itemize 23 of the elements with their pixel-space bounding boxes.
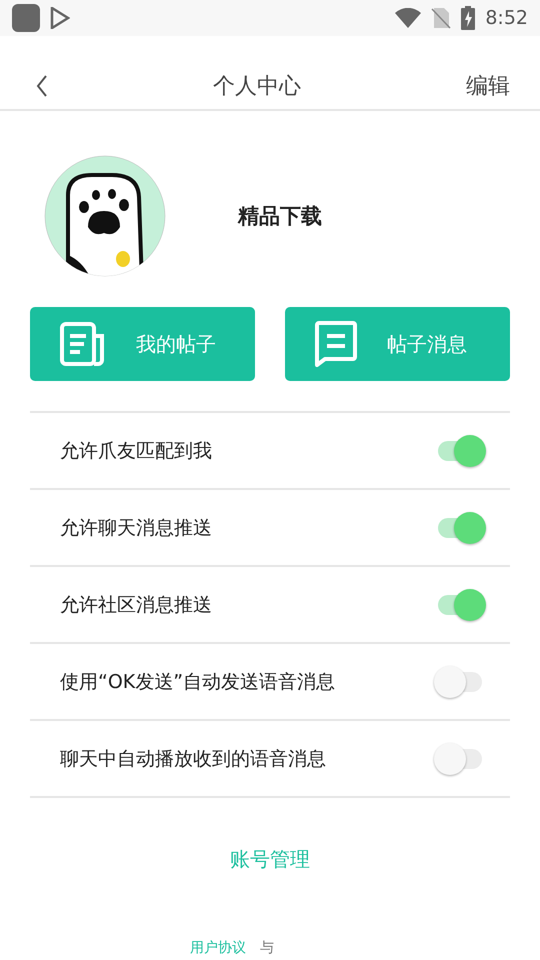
edit-button[interactable]: 编辑 <box>466 71 510 101</box>
user-agreement-link[interactable]: 用户协议 <box>190 939 246 957</box>
battery-icon <box>461 6 476 30</box>
setting-label: 允许社区消息推送 <box>60 592 213 618</box>
message-icon <box>315 321 357 367</box>
user-name: 精品下载 <box>238 203 322 230</box>
avatar[interactable] <box>44 155 166 277</box>
setting-label: 允许聊天消息推送 <box>60 516 213 540</box>
setting-label: 使用“OK发送”自动发送语音消息 <box>60 670 336 694</box>
my-posts-button[interactable]: 我的帖子 <box>30 307 255 381</box>
back-icon[interactable] <box>36 74 48 98</box>
account-management-link[interactable]: 账号管理 <box>230 846 310 873</box>
newspaper-icon <box>60 322 106 366</box>
setting-label: 聊天中自动播放收到的语音消息 <box>60 746 327 772</box>
app-icon <box>12 4 40 32</box>
play-icon <box>50 7 70 29</box>
status-time: 8:52 <box>485 7 528 29</box>
wifi-icon <box>395 8 422 28</box>
post-messages-button[interactable]: 帖子消息 <box>285 307 510 381</box>
page-title: 个人中心 <box>212 73 302 101</box>
separator-text: 与 <box>260 939 274 957</box>
setting-label: 允许爪友匹配到我 <box>60 438 213 464</box>
no-sim-icon <box>431 7 452 29</box>
